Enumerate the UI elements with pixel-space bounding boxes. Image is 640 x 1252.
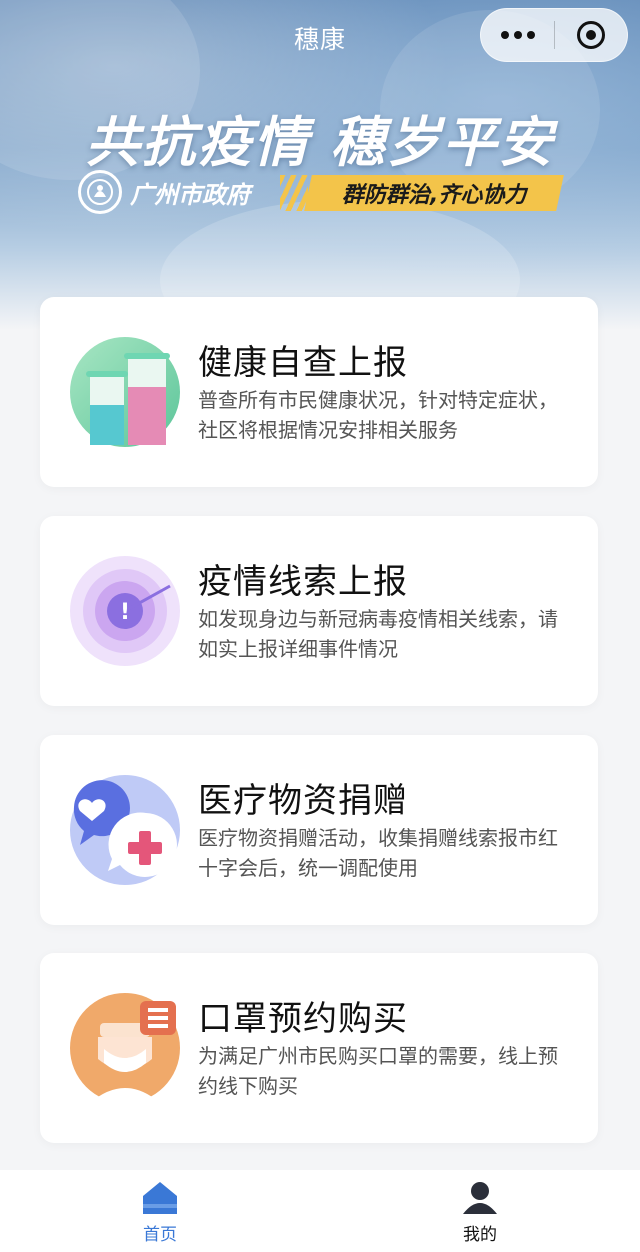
tab-label: 首页 — [143, 1225, 177, 1245]
card-medical-donation[interactable]: 医疗物资捐赠 医疗物资捐赠活动，收集捐赠线索报市红十字会后，统一调配使用 — [40, 735, 598, 925]
motto-text: 群防群治,齐心协力 — [341, 183, 527, 208]
tab-mine[interactable]: 我的 — [320, 1170, 640, 1252]
card-description: 如发现身边与新冠病毒疫情相关线索，请如实上报详细事件情况 — [198, 607, 558, 661]
more-menu-button[interactable] — [481, 9, 554, 61]
card-mask-reservation[interactable]: 口罩预约购买 为满足广州市民购买口罩的需要，线上预约线下购买 — [40, 953, 598, 1143]
banner-slogan: 共抗疫情 穗岁平安 — [85, 111, 555, 174]
card-description: 普查所有市民健康状况，针对特定症状，社区将根据情况安排相关服务 — [198, 388, 558, 442]
card-title: 健康自查上报 — [198, 343, 408, 383]
card-title: 医疗物资捐赠 — [198, 781, 408, 821]
dot-icon — [526, 31, 535, 39]
test-tubes-icon — [70, 337, 180, 447]
card-epidemic-clue-report[interactable]: ! 疫情线索上报 如发现身边与新冠病毒疫情相关线索，请如实上报详细事件情况 — [40, 516, 598, 706]
gov-brand: 广州市政府 — [78, 170, 250, 214]
donation-chat-icon — [70, 775, 180, 885]
home-icon — [143, 1182, 177, 1214]
target-icon — [576, 21, 605, 49]
card-title: 疫情线索上报 — [198, 562, 408, 602]
card-title: 口罩预约购买 — [198, 999, 408, 1039]
card-health-self-check[interactable]: 健康自查上报 普查所有市民健康状况，针对特定症状，社区将根据情况安排相关服务 — [40, 297, 598, 487]
mini-program-capsule — [480, 8, 628, 62]
svg-text:!: ! — [120, 600, 130, 625]
radar-alert-icon: ! — [70, 556, 180, 666]
tab-label: 我的 — [463, 1225, 497, 1245]
tab-home[interactable]: 首页 — [0, 1170, 320, 1252]
user-icon — [463, 1182, 497, 1214]
emblem-icon — [78, 170, 122, 214]
header-banner: 穗康 共抗疫情 穗岁平安 广州市政府 群防群治,齐心协力 — [0, 0, 640, 330]
motto-banner: 群防群治,齐心协力 — [280, 175, 564, 211]
card-description: 为满足广州市民购买口罩的需要，线上预约线下购买 — [198, 1044, 558, 1098]
close-mini-program-button[interactable] — [555, 9, 627, 61]
mask-doctor-icon — [70, 993, 180, 1103]
bottom-tab-bar: 首页 我的 — [0, 1170, 640, 1252]
dot-icon — [500, 31, 509, 39]
stripe-decoration — [280, 175, 308, 211]
card-description: 医疗物资捐赠活动，收集捐赠线索报市红十字会后，统一调配使用 — [198, 826, 558, 880]
gov-name: 广州市政府 — [130, 180, 250, 209]
dot-icon — [513, 31, 522, 39]
